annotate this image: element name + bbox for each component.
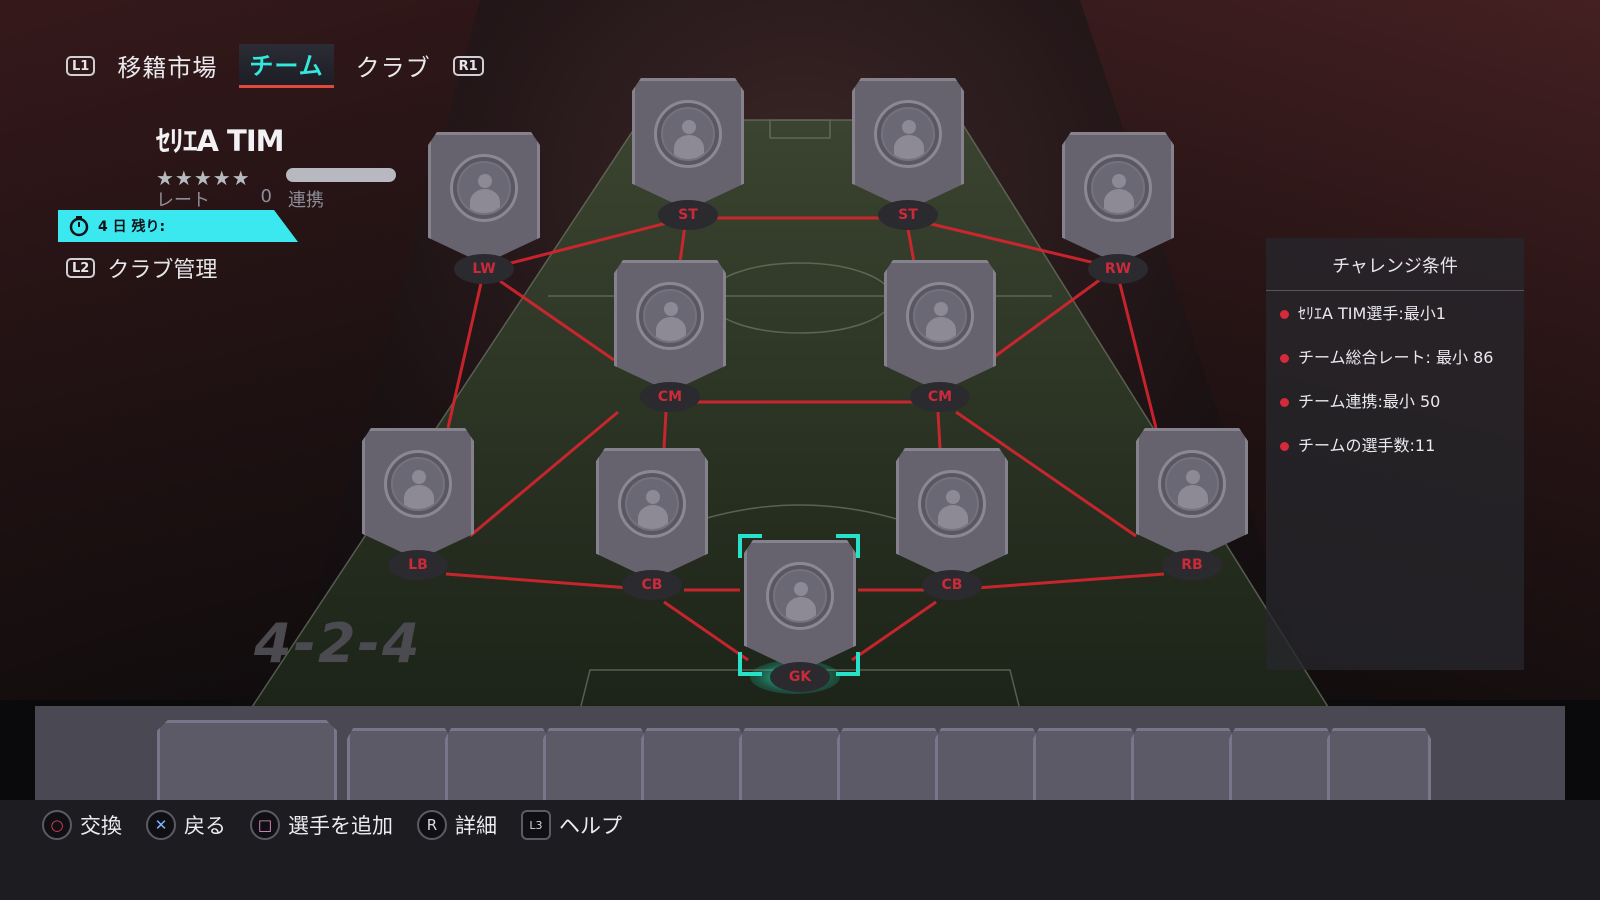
requirement-item: チームの選手数:11: [1280, 433, 1524, 459]
player-slot-cm-right[interactable]: CM: [884, 260, 996, 412]
position-label: RB: [1162, 550, 1222, 580]
l1-button-icon[interactable]: L1: [66, 56, 96, 76]
position-label: RW: [1088, 254, 1148, 284]
rating-row: レート 0 連携: [156, 186, 324, 212]
bench-slot[interactable]: [1033, 728, 1137, 800]
rating-label: レート: [156, 190, 210, 211]
requirements-title: チャレンジ条件: [1266, 252, 1524, 291]
requirements-list: ｾﾘｴA TIM選手:最小1 チーム総合レート: 最小 86 チーム連携:最小 …: [1266, 291, 1524, 459]
bench-slot[interactable]: [837, 728, 941, 800]
hint-add-player[interactable]: □ 選手を追加: [250, 810, 393, 840]
position-label: CM: [640, 382, 700, 412]
tab-club[interactable]: クラブ: [346, 46, 441, 87]
position-label: LB: [388, 550, 448, 580]
hint-swap[interactable]: ○ 交換: [42, 810, 122, 840]
square-button-icon: □: [250, 810, 280, 840]
bench-slot[interactable]: [347, 728, 451, 800]
squad-name: ｾﾘｴA TIM: [156, 124, 284, 158]
empty-player-icon: [906, 282, 974, 350]
button-hints: ○ 交換 ✕ 戻る □ 選手を追加 R 詳細 L3 ヘルプ: [42, 810, 622, 840]
club-management-label: クラブ管理: [107, 258, 218, 283]
cross-button-icon: ✕: [146, 810, 176, 840]
club-management-button[interactable]: L2 クラブ管理: [66, 252, 217, 284]
bench-slot[interactable]: [641, 728, 745, 800]
position-label: CB: [922, 570, 982, 600]
top-navigation: L1 移籍市場 チーム クラブ R1: [66, 44, 484, 88]
requirement-item: ｾﾘｴA TIM選手:最小1: [1280, 301, 1524, 327]
player-slot-rb[interactable]: RB: [1136, 428, 1248, 580]
chemistry-bar: [286, 168, 396, 182]
player-slot-cb-right[interactable]: CB: [896, 448, 1008, 600]
empty-player-icon: [618, 470, 686, 538]
position-label: ST: [658, 200, 718, 230]
requirement-item: チーム総合レート: 最小 86: [1280, 345, 1524, 371]
time-remaining-banner: 4 日 残り:: [58, 210, 298, 242]
hint-label: 選手を追加: [288, 814, 393, 838]
position-label: LW: [454, 254, 514, 284]
player-slot-st-left[interactable]: ST: [632, 78, 744, 230]
game-stage: L1 移籍市場 チーム クラブ R1 ｾﾘｴA TIM ★★★★★ レート 0 …: [0, 0, 1600, 900]
circle-button-icon: ○: [42, 810, 72, 840]
requirement-item: チーム連携:最小 50: [1280, 389, 1524, 415]
player-slot-st-right[interactable]: ST: [852, 78, 964, 230]
bench-slot[interactable]: [157, 720, 337, 800]
empty-player-icon: [450, 154, 518, 222]
player-slot-lb[interactable]: LB: [362, 428, 474, 580]
tab-team[interactable]: チーム: [239, 44, 334, 88]
squad-info: ｾﾘｴA TIM ★★★★★ レート 0 連携: [156, 118, 396, 212]
empty-player-icon: [636, 282, 704, 350]
hint-label: 戻る: [184, 814, 226, 838]
challenge-requirements-panel: チャレンジ条件 ｾﾘｴA TIM選手:最小1 チーム総合レート: 最小 86 チ…: [1266, 238, 1524, 670]
tab-transfer-market[interactable]: 移籍市場: [107, 46, 227, 87]
player-slot-cm-left[interactable]: CM: [614, 260, 726, 412]
chemistry-label: 連携: [288, 190, 324, 211]
r1-button-icon[interactable]: R1: [452, 56, 484, 76]
position-label: CM: [910, 382, 970, 412]
substitutes-bench: [35, 706, 1565, 800]
empty-player-icon: [1158, 450, 1226, 518]
player-slot-cb-left[interactable]: CB: [596, 448, 708, 600]
hint-help[interactable]: L3 ヘルプ: [521, 810, 622, 840]
right-stick-icon: R: [417, 810, 447, 840]
bench-slot[interactable]: [935, 728, 1039, 800]
bench-slot[interactable]: [1229, 728, 1333, 800]
empty-player-icon: [1084, 154, 1152, 222]
empty-player-icon: [654, 100, 722, 168]
player-slot-lw[interactable]: LW: [428, 132, 540, 284]
stopwatch-icon: [69, 216, 89, 237]
bench-slot[interactable]: [543, 728, 647, 800]
bench-slot[interactable]: [739, 728, 843, 800]
empty-player-icon: [384, 450, 452, 518]
formation-label: 4-2-4: [254, 612, 422, 675]
player-slot-rw[interactable]: RW: [1062, 132, 1174, 284]
position-label: CB: [622, 570, 682, 600]
hint-back[interactable]: ✕ 戻る: [146, 810, 226, 840]
empty-player-icon: [874, 100, 942, 168]
hint-label: ヘルプ: [559, 814, 622, 838]
rating-value: 0: [260, 186, 272, 207]
hint-label: 交換: [80, 814, 122, 838]
l2-button-icon: L2: [66, 258, 96, 278]
l3-button-icon: L3: [521, 810, 551, 840]
selection-cursor: [738, 534, 860, 676]
hint-label: 詳細: [455, 814, 497, 838]
position-label: ST: [878, 200, 938, 230]
bench-slot[interactable]: [445, 728, 549, 800]
bench-slot[interactable]: [1131, 728, 1235, 800]
empty-player-icon: [918, 470, 986, 538]
hint-details[interactable]: R 詳細: [417, 810, 497, 840]
timer-text: 4 日 残り:: [98, 219, 166, 235]
bench-slot[interactable]: [1327, 728, 1431, 800]
